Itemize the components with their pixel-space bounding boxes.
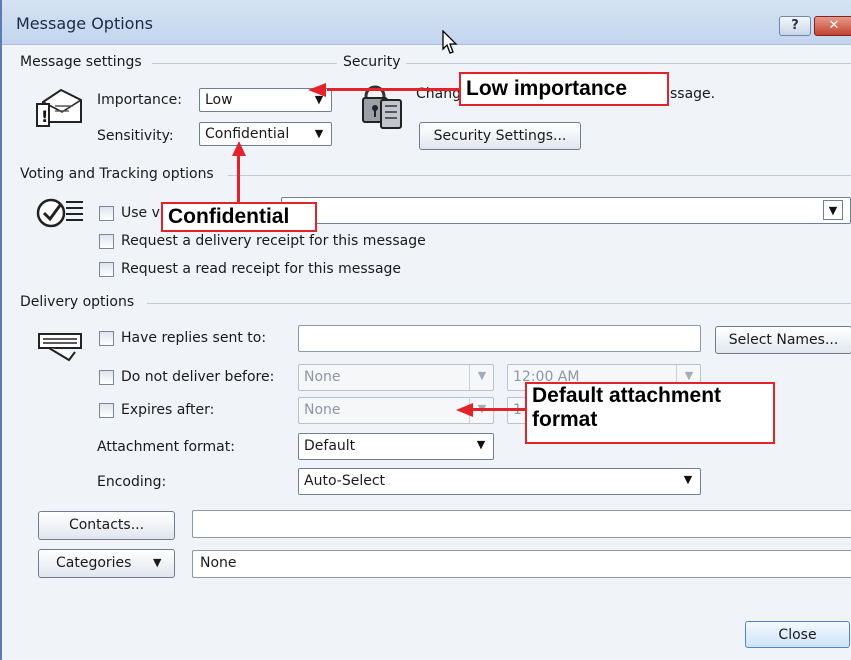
do-not-deliver-label: Do not deliver before: [121, 369, 275, 385]
chevron-down-icon: ▼ [683, 473, 693, 486]
title-bar: Message Options ? ✕ [2, 0, 851, 45]
attachment-format-select[interactable]: Default ▼ [298, 433, 494, 460]
default-attachment-callout: Default attachment format [525, 382, 775, 444]
categories-label: Categories [56, 555, 132, 571]
have-replies-label: Have replies sent to: [121, 330, 267, 346]
delivery-options-heading: Delivery options [20, 294, 139, 310]
mouse-cursor-icon [442, 30, 458, 54]
encoding-select[interactable]: Auto-Select ▼ [298, 468, 701, 495]
voting-divider [228, 175, 851, 176]
close-window-button[interactable]: ✕ [814, 16, 851, 36]
expires-date-value: None [304, 402, 341, 418]
encoding-label: Encoding: [97, 474, 167, 490]
use-voting-label: Use v [121, 205, 160, 221]
arrowhead-icon [456, 403, 473, 417]
do-not-deliver-date-select[interactable]: None ▼ [298, 364, 494, 391]
arrowhead-icon [308, 83, 326, 97]
arrowhead-icon [232, 141, 246, 156]
envelope-importance-icon: ! [36, 88, 82, 127]
importance-label: Importance: [97, 92, 182, 108]
confidential-callout: Confidential [161, 202, 317, 232]
expires-after-label: Expires after: [121, 402, 215, 418]
window-title: Message Options [16, 14, 153, 33]
do-not-deliver-checkbox[interactable] [99, 370, 114, 385]
select-names-button[interactable]: Select Names... [715, 326, 851, 354]
attachment-format-value: Default [304, 438, 356, 454]
message-options-dialog: Message Options ? ✕ Message settings ! I… [0, 0, 851, 660]
categories-value: None [200, 555, 237, 571]
voting-buttons-select[interactable]: ▼ [281, 197, 851, 224]
message-settings-divider [152, 63, 337, 64]
confidential-leader-line [237, 150, 240, 202]
use-voting-checkbox[interactable] [99, 206, 114, 221]
delivery-receipt-label: Request a delivery receipt for this mess… [121, 233, 426, 249]
chevron-down-icon: ▼ [823, 200, 843, 220]
default-attachment-callout-line1: Default attachment [532, 384, 722, 407]
replies-to-input[interactable] [298, 325, 701, 352]
close-button[interactable]: Close [745, 621, 850, 648]
categories-field[interactable]: None [192, 550, 851, 578]
sensitivity-value: Confidential [205, 126, 290, 142]
attachment-format-label: Attachment format: [97, 439, 235, 455]
chevron-down-icon: ▼ [476, 438, 486, 451]
help-button[interactable]: ? [779, 16, 811, 36]
svg-text:!: ! [41, 107, 48, 126]
chevron-down-icon: ▼ [469, 365, 493, 390]
chevron-down-icon: ▼ [153, 556, 162, 569]
voting-check-icon [36, 198, 83, 228]
message-settings-heading: Message settings [20, 54, 146, 70]
low-importance-leader-line [327, 88, 459, 91]
categories-button[interactable]: Categories ▼ [38, 549, 175, 578]
delivery-receipt-checkbox[interactable] [99, 234, 114, 249]
low-importance-callout: Low importance [459, 72, 669, 106]
sensitivity-label: Sensitivity: [97, 128, 174, 144]
read-receipt-checkbox[interactable] [99, 262, 114, 277]
delivery-envelope-icon [38, 333, 82, 362]
do-not-deliver-date-value: None [304, 369, 341, 385]
have-replies-checkbox[interactable] [99, 331, 114, 346]
contacts-input[interactable] [192, 510, 851, 538]
security-heading: Security [343, 54, 405, 70]
sensitivity-select[interactable]: Confidential ▼ [199, 122, 332, 146]
contacts-button[interactable]: Contacts... [38, 511, 175, 540]
voting-tracking-heading: Voting and Tracking options [20, 166, 218, 182]
attachment-format-leader-line [472, 408, 525, 411]
expires-after-checkbox[interactable] [99, 403, 114, 418]
chevron-down-icon: ▼ [314, 127, 324, 140]
delivery-divider [147, 303, 851, 304]
default-attachment-callout-line2: format [532, 408, 598, 431]
security-settings-button[interactable]: Security Settings... [419, 122, 581, 150]
read-receipt-label: Request a read receipt for this message [121, 261, 402, 277]
importance-value: Low [205, 92, 233, 108]
security-text-right: ssage. [670, 86, 716, 102]
security-divider [406, 63, 851, 64]
encoding-value: Auto-Select [304, 473, 386, 489]
